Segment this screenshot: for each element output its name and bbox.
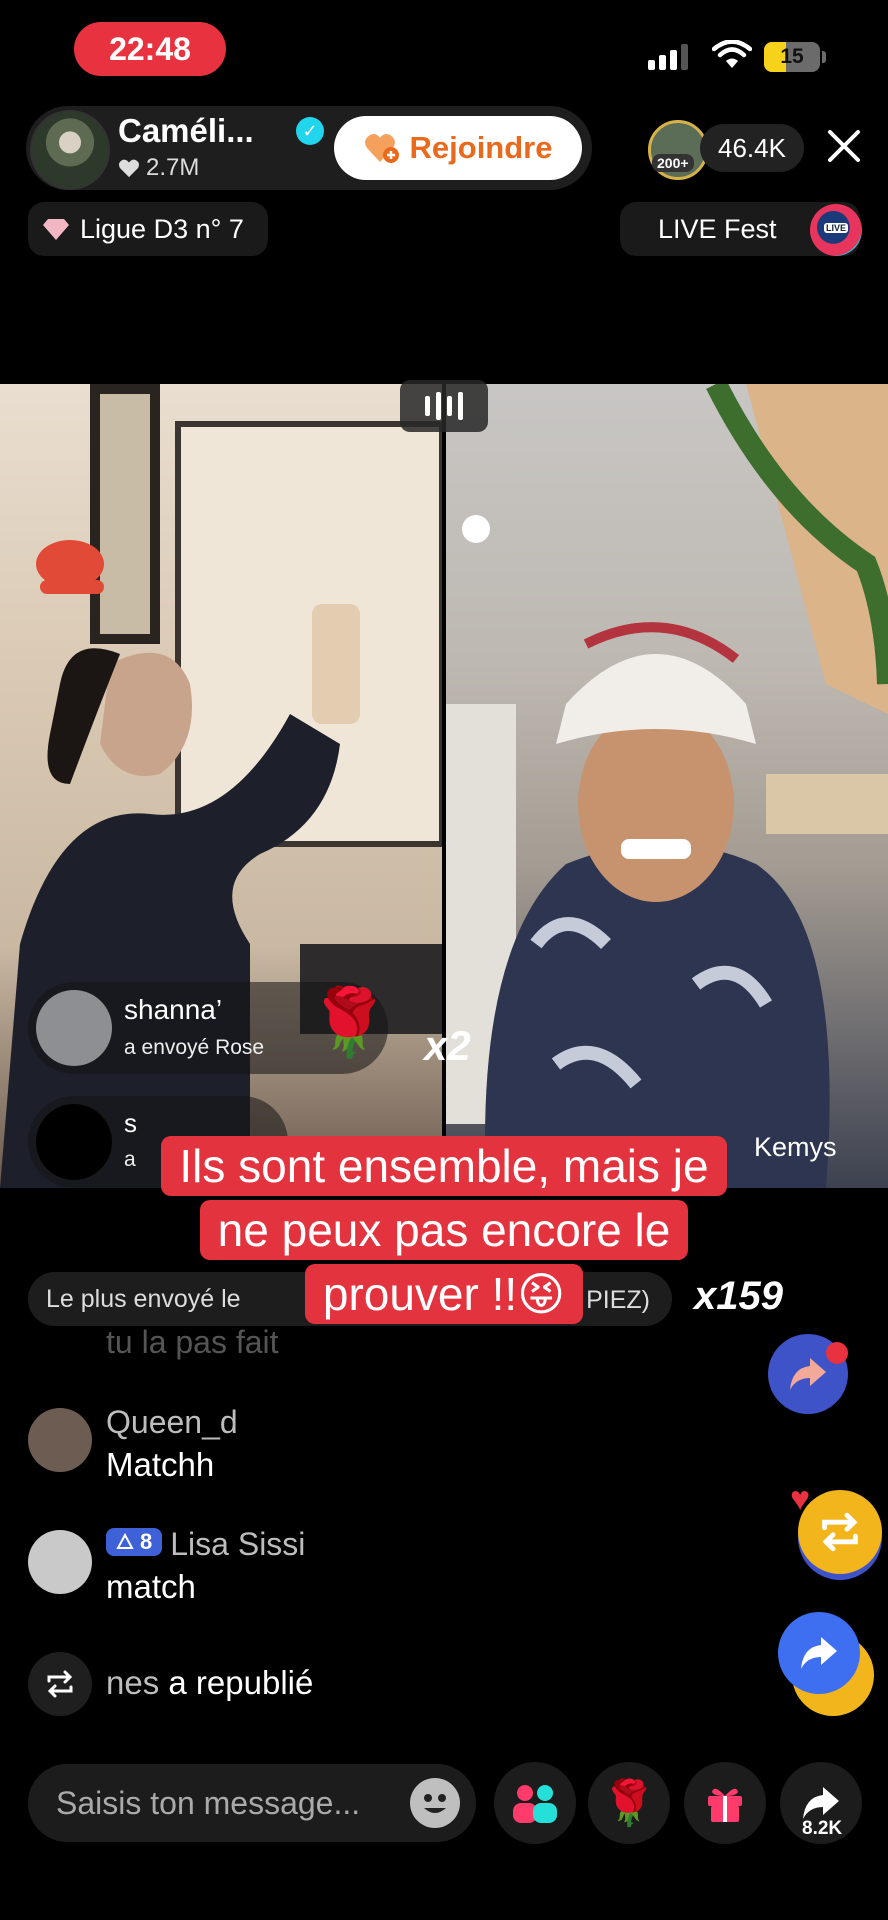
- host-name[interactable]: Caméli...: [118, 112, 254, 150]
- gift-sender-name: shanna’: [124, 994, 223, 1025]
- opponent-video[interactable]: [446, 384, 888, 1188]
- level-icon: [116, 1533, 134, 1549]
- gift-button[interactable]: [684, 1762, 766, 1844]
- chat-username[interactable]: Queen_d: [106, 1404, 238, 1441]
- join-button[interactable]: Rejoindre: [334, 116, 582, 180]
- host-likes-count: 2.7M: [146, 154, 200, 181]
- chat-avatar[interactable]: [28, 1530, 92, 1594]
- live-fest-icon-text: LIVE: [824, 223, 849, 233]
- repost-message: nes a republié: [106, 1664, 313, 1702]
- cellular-signal-icon: [648, 44, 688, 70]
- diamond-icon: [43, 219, 69, 240]
- league-label: Ligue D3 n° 7: [80, 213, 244, 244]
- notification-dot: [826, 1342, 848, 1364]
- level-number: 8: [140, 1529, 153, 1554]
- chat-faded-message: tu la pas fait: [106, 1324, 279, 1360]
- league-pill[interactable]: Ligue D3 n° 7: [28, 202, 268, 256]
- chat-username: Lisa Sissi: [170, 1526, 306, 1562]
- caption-line-2: ne peux pas encore le: [199, 1200, 689, 1260]
- chat-message: match: [106, 1568, 196, 1605]
- chat-message: Matchh: [106, 1446, 215, 1483]
- repost-floating-button[interactable]: [798, 1490, 882, 1574]
- cohost-button[interactable]: [494, 1762, 576, 1844]
- repost-icon: [822, 1512, 858, 1552]
- share-arrow-icon: [801, 1637, 837, 1669]
- split-divider-handle[interactable]: [400, 380, 488, 432]
- live-fest-label: LIVE Fest: [658, 213, 777, 244]
- share-floating-button-2[interactable]: [778, 1612, 860, 1694]
- close-icon[interactable]: [822, 124, 866, 168]
- message-input[interactable]: Saisis ton message...: [28, 1764, 476, 1842]
- heart-icon: [119, 159, 139, 178]
- viewer-count[interactable]: 46.4K: [700, 124, 804, 172]
- verified-badge-icon: ✓: [296, 117, 324, 145]
- repost-username: nes: [106, 1664, 160, 1701]
- caption-overlay: Ils sont ensemble, mais je ne peux pas e…: [0, 1136, 888, 1324]
- gift-sender-name-2: s: [124, 1108, 137, 1138]
- wifi-icon: [712, 40, 752, 68]
- caption-line-3: prouver !!😝: [304, 1264, 584, 1324]
- gift-multiplier: x2: [424, 1022, 471, 1069]
- heart-plus-icon: [364, 132, 400, 164]
- rose-icon: 🌹: [601, 1779, 657, 1828]
- rose-gift-button[interactable]: 🌹: [588, 1762, 670, 1844]
- gift-icon: [708, 1788, 742, 1822]
- join-label: Rejoindre: [409, 130, 553, 165]
- caption-line-1: Ils sont ensemble, mais je: [161, 1136, 727, 1196]
- level-badge: 8: [106, 1528, 163, 1556]
- message-input-placeholder: Saisis ton message...: [56, 1784, 361, 1821]
- repost-action: a republié: [168, 1664, 314, 1701]
- share-arrow-icon: [790, 1358, 826, 1390]
- host-avatar[interactable]: [30, 110, 110, 190]
- host-likes: 2.7M: [118, 154, 199, 182]
- emoji-icon[interactable]: [410, 1778, 460, 1828]
- live-fest-icon[interactable]: LIVE: [810, 204, 862, 256]
- viewers-rank-badge: 200+: [652, 154, 694, 172]
- status-time: 22:48: [74, 22, 226, 76]
- opponent-video-scene: [446, 384, 888, 1188]
- rose-icon: 🌹: [308, 985, 391, 1059]
- battery-level: 15: [780, 45, 804, 68]
- repost-icon: [28, 1652, 92, 1716]
- share-arrow-icon: [803, 1787, 839, 1819]
- cohost-icon: [513, 1785, 557, 1823]
- chat-avatar[interactable]: [28, 1408, 92, 1472]
- gift-action-text: a envoyé Rose: [124, 1036, 265, 1059]
- gift-sender-avatar[interactable]: [36, 990, 112, 1066]
- share-count: 8.2K: [802, 1818, 843, 1839]
- battery-icon: 15: [764, 42, 826, 72]
- chat-user-row[interactable]: 8 Lisa Sissi: [106, 1526, 305, 1563]
